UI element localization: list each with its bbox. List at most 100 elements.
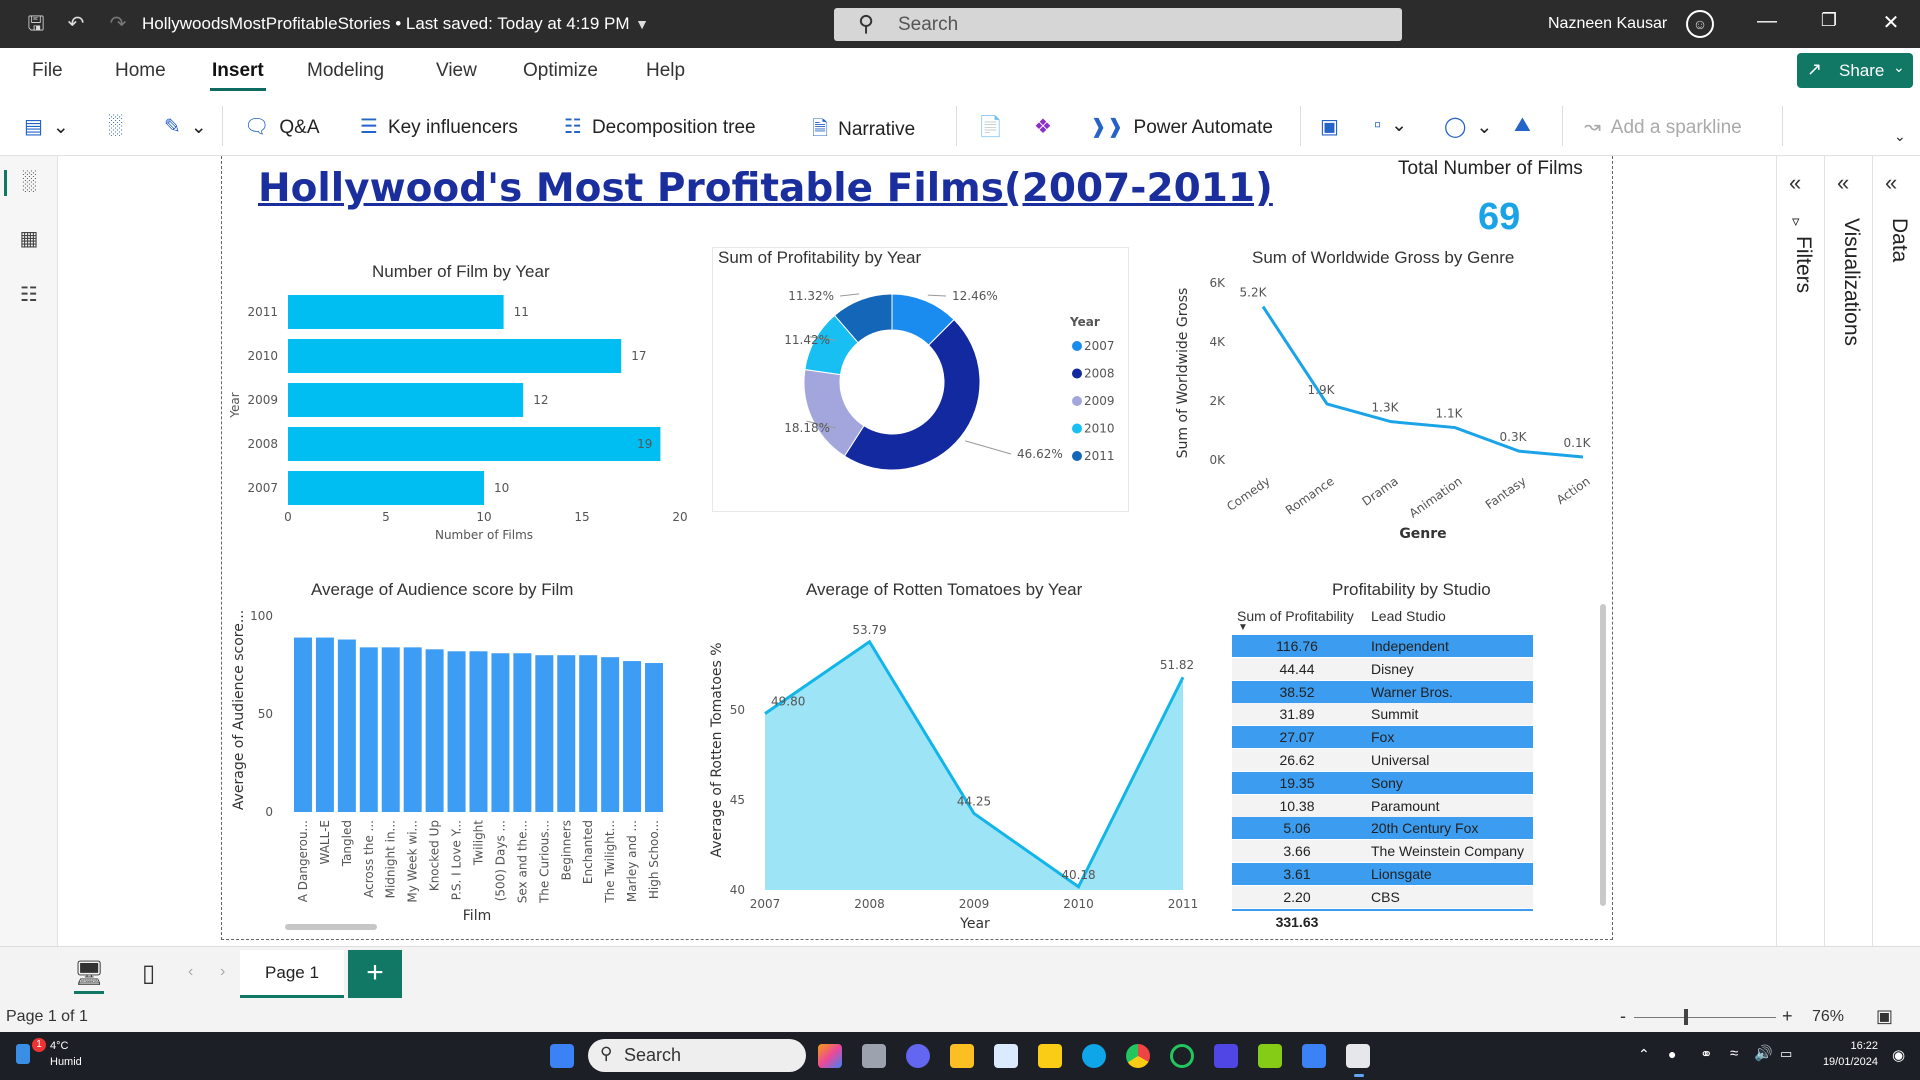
bar[interactable] bbox=[645, 663, 664, 812]
ribbon-collapse-chevron-icon[interactable]: ⌄ bbox=[1894, 128, 1906, 145]
bar[interactable] bbox=[288, 295, 504, 329]
table-header-profitability[interactable]: Sum of Profitability bbox=[1237, 608, 1354, 624]
collapse-data-icon[interactable]: « bbox=[1885, 170, 1897, 196]
power-bi-icon[interactable] bbox=[1038, 1044, 1062, 1068]
bar[interactable] bbox=[601, 657, 620, 812]
table-row[interactable]: 31.89 Summit bbox=[1232, 703, 1533, 726]
donut-slice[interactable] bbox=[843, 318, 981, 471]
previous-page-icon[interactable]: ‹ bbox=[188, 963, 193, 981]
app-icon[interactable] bbox=[1258, 1044, 1282, 1068]
bar[interactable] bbox=[403, 647, 422, 812]
bar[interactable] bbox=[535, 655, 554, 812]
bar[interactable] bbox=[337, 639, 356, 812]
narrative-button[interactable]: 🗎 Narrative bbox=[812, 114, 915, 148]
image-button[interactable]: ⛰ bbox=[1514, 114, 1541, 137]
clock-time[interactable]: 16:22 bbox=[1822, 1040, 1878, 1052]
clock-date[interactable]: 19/01/2024 bbox=[1812, 1056, 1878, 1068]
next-page-icon[interactable]: › bbox=[220, 963, 225, 981]
bar[interactable] bbox=[288, 339, 622, 373]
audience-chart-scrollbar[interactable] bbox=[285, 924, 377, 930]
buttons-button[interactable]: ▫ ⌄ bbox=[1374, 114, 1407, 137]
legend-item[interactable]: 2010 bbox=[1084, 422, 1115, 436]
add-sparkline-button[interactable]: ↝ Add a sparkline bbox=[1584, 114, 1742, 139]
table-row[interactable]: 27.07 Fox bbox=[1232, 726, 1533, 749]
share-button[interactable]: ↗ Share ⌄ bbox=[1797, 53, 1913, 88]
table-row[interactable]: 5.06 20th Century Fox bbox=[1232, 817, 1533, 840]
legend-item[interactable]: 2007 bbox=[1084, 339, 1115, 353]
films-by-year-chart[interactable]: 2011 11 2010 17 2009 12 2008 19 2007 10 0 5 10 15 20 Nu… bbox=[225, 285, 725, 545]
table-row[interactable]: 10.38 Paramount bbox=[1232, 794, 1533, 817]
table-header-studio[interactable]: Lead Studio bbox=[1371, 608, 1446, 624]
document-title[interactable]: HollywoodsMostProfitableStories • Last s… bbox=[142, 14, 630, 34]
model-view-icon[interactable]: ☷ bbox=[16, 282, 42, 308]
table-row[interactable]: 3.61 Lionsgate bbox=[1232, 863, 1533, 885]
legend-item[interactable]: 2009 bbox=[1084, 394, 1115, 408]
teams-icon[interactable] bbox=[1214, 1044, 1238, 1068]
xbox-icon[interactable] bbox=[1170, 1044, 1194, 1068]
bar[interactable] bbox=[447, 651, 466, 812]
power-automate-button[interactable]: ❱❱ Power Automate bbox=[1090, 114, 1273, 139]
table-row[interactable]: 116.76 Independent bbox=[1232, 635, 1533, 657]
fit-to-page-icon[interactable]: ▣ bbox=[1876, 1006, 1893, 1027]
bar[interactable] bbox=[288, 471, 484, 505]
redo-icon[interactable]: ↷ bbox=[106, 12, 130, 36]
edit-visual-button[interactable]: ✎ ⌄ bbox=[164, 114, 207, 139]
filters-pane[interactable]: « ▿ Filters bbox=[1776, 156, 1824, 946]
microphone-icon[interactable]: ⚭ bbox=[1700, 1045, 1713, 1063]
sort-descending-icon[interactable]: ▼ bbox=[1238, 622, 1248, 633]
page-tab[interactable]: Page 1 bbox=[240, 950, 344, 998]
task-view-icon[interactable] bbox=[862, 1044, 886, 1068]
mobile-layout-icon[interactable]: ▯ bbox=[142, 959, 155, 988]
bar[interactable] bbox=[288, 427, 661, 461]
zoom-out-icon[interactable]: - bbox=[1620, 1006, 1626, 1027]
volume-icon[interactable]: 🔊 bbox=[1754, 1044, 1773, 1062]
table-row[interactable]: 19.35 Sony bbox=[1232, 771, 1533, 794]
new-visual-button[interactable]: ▤ ⌄ bbox=[24, 114, 69, 139]
menu-help[interactable]: Help bbox=[646, 60, 685, 82]
series-line[interactable] bbox=[1261, 305, 1584, 459]
bar[interactable] bbox=[381, 647, 400, 812]
security-icon[interactable]: ● bbox=[1668, 1046, 1676, 1062]
save-icon[interactable]: 🖫 bbox=[24, 12, 48, 36]
table-row[interactable]: 44.44 Disney bbox=[1232, 657, 1533, 680]
zoom-slider[interactable] bbox=[1634, 1017, 1776, 1018]
legend-item[interactable]: 2011 bbox=[1084, 449, 1115, 463]
legend-item[interactable]: 2008 bbox=[1084, 367, 1115, 381]
menu-insert[interactable]: Insert bbox=[212, 60, 264, 82]
power-apps-button[interactable]: ❖ bbox=[1034, 114, 1062, 139]
visualizations-pane[interactable]: « Visualizations bbox=[1824, 156, 1872, 946]
chevron-up-icon[interactable]: ⌃ bbox=[1638, 1046, 1650, 1063]
zoom-level[interactable]: 76% bbox=[1812, 1008, 1844, 1026]
key-influencers-button[interactable]: ☰ Key influencers bbox=[360, 114, 518, 139]
gross-by-genre-chart[interactable]: 0K 2K 4K 6K 5.2K Comedy 1.9K Romance 1.3K Drama 1.… bbox=[1165, 265, 1605, 545]
table-row[interactable]: 26.62 Universal bbox=[1232, 749, 1533, 771]
bar[interactable] bbox=[288, 383, 524, 417]
restore-icon[interactable]: ❐ bbox=[1814, 10, 1844, 31]
search-input[interactable]: ⚲ Search bbox=[834, 8, 1402, 41]
teams-chat-icon[interactable] bbox=[906, 1044, 930, 1068]
taskbar-search[interactable]: ⚲ Search bbox=[588, 1039, 806, 1072]
menu-view[interactable]: View bbox=[436, 60, 477, 82]
audience-score-chart[interactable]: 0 50 100 A Dangerou... WALL-E Tangled Across t… bbox=[225, 600, 685, 930]
user-name[interactable]: Nazneen Kausar bbox=[1548, 15, 1667, 33]
bar[interactable] bbox=[293, 637, 312, 812]
collapse-filters-icon[interactable]: « bbox=[1789, 170, 1801, 196]
table-scrollbar[interactable] bbox=[1600, 604, 1606, 906]
windows-start-icon[interactable] bbox=[550, 1044, 574, 1068]
report-view-icon[interactable]: ░ bbox=[16, 170, 42, 196]
file-explorer-icon[interactable] bbox=[950, 1044, 974, 1068]
add-page-button[interactable]: + bbox=[348, 950, 402, 998]
bar[interactable] bbox=[623, 661, 642, 812]
bar[interactable] bbox=[425, 649, 444, 812]
wifi-icon[interactable]: ≈ bbox=[1730, 1045, 1738, 1062]
user-avatar-icon[interactable]: ☺ bbox=[1686, 10, 1714, 38]
battery-icon[interactable]: ▭ bbox=[1780, 1046, 1792, 1062]
paginated-report-button[interactable]: 📄 bbox=[978, 114, 1013, 139]
undo-icon[interactable]: ↶ bbox=[64, 12, 88, 36]
bar[interactable] bbox=[315, 637, 334, 812]
menu-optimize[interactable]: Optimize bbox=[523, 60, 598, 82]
more-visuals-button[interactable]: ░ bbox=[108, 114, 132, 137]
bar[interactable] bbox=[513, 653, 532, 812]
chrome-icon[interactable] bbox=[1126, 1044, 1150, 1068]
collapse-visualizations-icon[interactable]: « bbox=[1837, 170, 1849, 196]
